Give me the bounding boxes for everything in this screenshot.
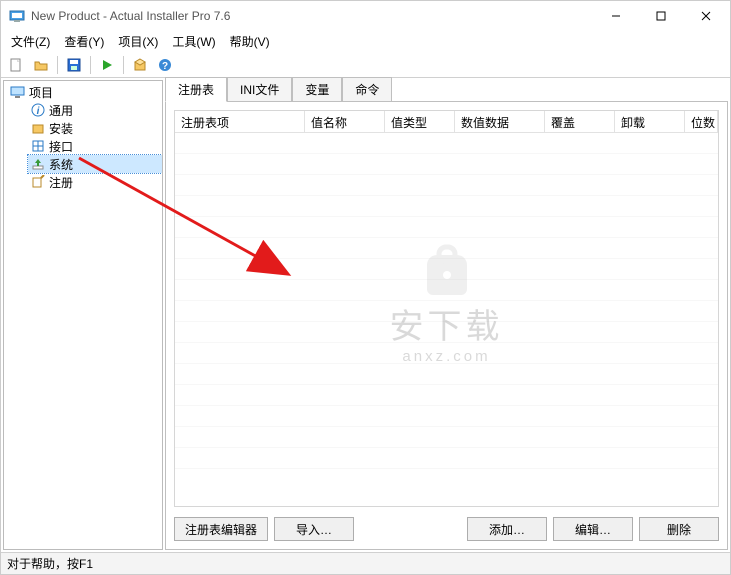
col-unin[interactable]: 卸载 [615, 111, 685, 132]
menu-tools[interactable]: 工具(W) [166, 32, 221, 51]
tab-registry[interactable]: 注册表 [165, 77, 227, 102]
svg-text:?: ? [162, 61, 168, 72]
sidebar-item-label: 通用 [49, 102, 73, 119]
menu-project[interactable]: 项目(X) [112, 32, 164, 51]
edit-button[interactable]: 编辑… [553, 517, 633, 541]
info-icon: i [30, 102, 46, 118]
download-icon [30, 156, 46, 172]
menu-file[interactable]: 文件(Z) [5, 32, 56, 51]
menu-view[interactable]: 查看(Y) [58, 32, 110, 51]
monitor-icon [10, 84, 26, 100]
col-data[interactable]: 数值数据 [455, 111, 545, 132]
registry-editor-button[interactable]: 注册表编辑器 [174, 517, 268, 541]
tab-cmd[interactable]: 命令 [342, 77, 392, 102]
sidebar-item-system[interactable]: 系统 [28, 155, 162, 173]
sidebar-tree[interactable]: 项目 i 通用 安装 接口 系统 [3, 80, 163, 550]
tab-ini[interactable]: INI文件 [227, 77, 292, 102]
col-name[interactable]: 值名称 [305, 111, 385, 132]
watermark-line2: anxz.com [390, 348, 504, 365]
menu-help[interactable]: 帮助(V) [224, 32, 276, 51]
watermark: 安下载 anxz.com [390, 243, 504, 365]
status-bar: 对于帮助，按F1 [1, 552, 730, 574]
title-bar: New Product - Actual Installer Pro 7.6 [1, 1, 730, 31]
content-panel: 注册表 INI文件 变量 命令 注册表项 值名称 值类型 数值数据 覆盖 卸载 … [165, 80, 728, 550]
toolbar: ? [1, 52, 730, 78]
registry-table[interactable]: 注册表项 值名称 值类型 数值数据 覆盖 卸载 位数 安下载 anxz.com [174, 110, 719, 507]
table-body[interactable]: 安下载 anxz.com [175, 133, 718, 489]
package-icon[interactable] [129, 54, 151, 76]
tree-root-label: 项目 [29, 84, 53, 101]
sidebar-item-install[interactable]: 安装 [28, 119, 162, 137]
minimize-button[interactable] [593, 2, 638, 30]
delete-button[interactable]: 删除 [639, 517, 719, 541]
col-over[interactable]: 覆盖 [545, 111, 615, 132]
main-area: 项目 i 通用 安装 接口 系统 [1, 78, 730, 552]
save-icon[interactable] [63, 54, 85, 76]
help-icon[interactable]: ? [154, 54, 176, 76]
window-title: New Product - Actual Installer Pro 7.6 [31, 9, 593, 23]
tab-vars[interactable]: 变量 [292, 77, 342, 102]
registry-panel: 注册表项 值名称 值类型 数值数据 覆盖 卸载 位数 安下载 anxz.com [165, 102, 728, 550]
table-header: 注册表项 值名称 值类型 数值数据 覆盖 卸载 位数 [175, 111, 718, 133]
maximize-button[interactable] [638, 2, 683, 30]
toolbar-separator [57, 56, 58, 74]
svg-text:i: i [37, 106, 40, 117]
open-folder-icon[interactable] [30, 54, 52, 76]
col-type[interactable]: 值类型 [385, 111, 455, 132]
menu-bar: 文件(Z) 查看(Y) 项目(X) 工具(W) 帮助(V) [1, 31, 730, 52]
import-button[interactable]: 导入… [274, 517, 354, 541]
toolbar-separator [123, 56, 124, 74]
sidebar-item-general[interactable]: i 通用 [28, 101, 162, 119]
col-key[interactable]: 注册表项 [175, 111, 305, 132]
sidebar-item-label: 注册 [49, 174, 73, 191]
grid-icon [30, 138, 46, 154]
sidebar-item-interface[interactable]: 接口 [28, 137, 162, 155]
sidebar-item-register[interactable]: 注册 [28, 173, 162, 191]
edit-icon [30, 174, 46, 190]
new-file-icon[interactable] [5, 54, 27, 76]
watermark-line1: 安下载 [390, 299, 504, 348]
sidebar-item-label: 安装 [49, 120, 73, 137]
horizontal-scrollbar[interactable] [175, 489, 718, 506]
sidebar-item-label: 接口 [49, 138, 73, 155]
tab-strip: 注册表 INI文件 变量 命令 [165, 80, 728, 102]
toolbar-separator [90, 56, 91, 74]
button-row: 注册表编辑器 导入… 添加… 编辑… 删除 [166, 511, 727, 549]
status-text: 对于帮助，按F1 [7, 555, 93, 572]
app-icon [9, 8, 25, 24]
run-icon[interactable] [96, 54, 118, 76]
sidebar-item-label: 系统 [49, 156, 73, 173]
col-bits[interactable]: 位数 [685, 111, 718, 132]
add-button[interactable]: 添加… [467, 517, 547, 541]
tree-root-project[interactable]: 项目 [8, 83, 162, 101]
close-button[interactable] [683, 2, 728, 30]
box-icon [30, 120, 46, 136]
